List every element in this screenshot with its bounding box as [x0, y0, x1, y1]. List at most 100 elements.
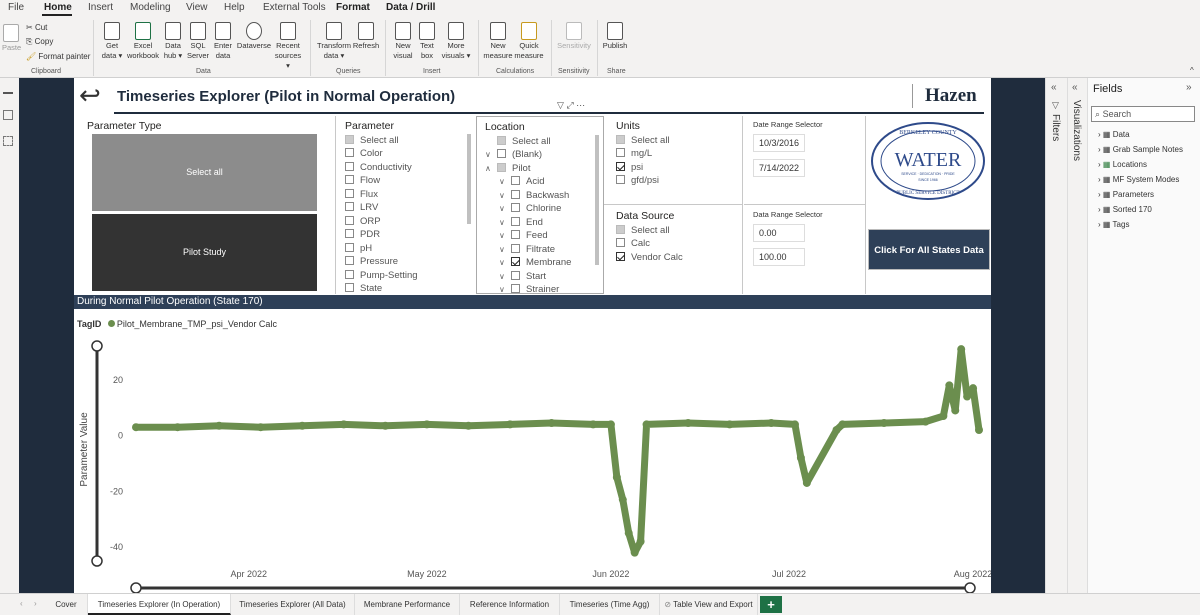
data-point[interactable]: [256, 423, 265, 432]
slicer-option[interactable]: ∧ Pilot: [485, 163, 530, 174]
copy-button[interactable]: ⎘ Copy: [26, 37, 53, 47]
checkbox[interactable]: [511, 271, 520, 280]
slicer-option[interactable]: mg/L: [616, 148, 652, 159]
menu-help[interactable]: Help: [224, 2, 245, 13]
menu-insert[interactable]: Insert: [88, 2, 113, 13]
slicer-option[interactable]: Select all: [616, 135, 670, 146]
data-point[interactable]: [832, 425, 841, 434]
scrollbar[interactable]: [595, 135, 599, 265]
menu-file[interactable]: File: [8, 2, 24, 13]
data-point[interactable]: [612, 473, 621, 482]
slicer-option[interactable]: Color: [345, 148, 383, 159]
x-range-slider-handle-left[interactable]: [130, 582, 142, 593]
checkbox[interactable]: [345, 216, 354, 225]
tab-reference-information[interactable]: Reference Information: [460, 594, 560, 615]
chevron-up-icon[interactable]: ∧: [485, 164, 497, 173]
data-point[interactable]: [790, 420, 799, 429]
checkbox[interactable]: [345, 243, 354, 252]
data-point[interactable]: [589, 420, 598, 429]
data-hub-button[interactable]: Data hub ▾: [161, 22, 185, 61]
checkbox[interactable]: [511, 230, 520, 239]
expand-chevron-icon[interactable]: »: [1186, 82, 1192, 93]
data-point[interactable]: [951, 406, 960, 415]
slicer-option[interactable]: ∨ Backwash: [499, 190, 569, 201]
slicer-option[interactable]: Vendor Calc: [616, 252, 683, 263]
data-point[interactable]: [630, 548, 639, 557]
collapse-chevron-icon[interactable]: «: [1051, 82, 1057, 93]
slicer-option[interactable]: Flux: [345, 189, 378, 200]
checkbox[interactable]: [497, 136, 506, 145]
sensitivity-button[interactable]: Sensitivity: [556, 22, 592, 51]
more-options-icon[interactable]: ⋯: [576, 100, 585, 110]
data-point[interactable]: [969, 384, 978, 393]
checkbox[interactable]: [345, 270, 354, 279]
chevron-down-icon[interactable]: ∨: [499, 231, 511, 240]
data-point[interactable]: [921, 417, 930, 426]
chevron-right-icon[interactable]: ›: [1098, 130, 1101, 139]
data-point[interactable]: [642, 420, 651, 429]
slicer-option[interactable]: ORP: [345, 216, 381, 227]
recent-sources-button[interactable]: Recent sources ▾: [272, 22, 304, 71]
checkbox[interactable]: [511, 190, 520, 199]
new-measure-button[interactable]: New measure: [482, 22, 514, 61]
more-visuals-button[interactable]: More visuals ▾: [440, 22, 472, 61]
filter-icon[interactable]: ▽: [557, 100, 564, 110]
checkbox[interactable]: [497, 149, 506, 158]
checkbox[interactable]: [616, 252, 625, 261]
add-page-button[interactable]: +: [760, 596, 782, 613]
slicer-option[interactable]: ∨ End: [499, 217, 543, 228]
menu-home[interactable]: Home: [44, 2, 72, 13]
slicer-option[interactable]: Select all: [616, 225, 670, 236]
focus-mode-icon[interactable]: ⤢: [566, 100, 573, 110]
chevron-right-icon[interactable]: ›: [1098, 145, 1101, 154]
slicer-option[interactable]: PDR: [345, 229, 380, 240]
cut-button[interactable]: ✂ Cut: [26, 23, 47, 32]
visualizations-pane[interactable]: « Visualizations: [1067, 78, 1087, 593]
chevron-right-icon[interactable]: ›: [1098, 175, 1101, 184]
report-view-icon[interactable]: [3, 84, 13, 94]
sql-server-button[interactable]: SQL Server: [186, 22, 210, 61]
slicer-option[interactable]: Flow: [345, 175, 380, 186]
publish-button[interactable]: Publish: [601, 22, 629, 51]
tab-timeseries-in-operation[interactable]: Timeseries Explorer (In Operation): [88, 594, 231, 615]
checkbox[interactable]: [345, 229, 354, 238]
data-point[interactable]: [506, 420, 515, 429]
tab-timeseries-time-agg[interactable]: Timeseries (Time Agg): [560, 594, 660, 615]
checkbox[interactable]: [345, 162, 354, 171]
y-range-slider-handle-bottom[interactable]: [91, 555, 103, 567]
checkbox[interactable]: [511, 203, 520, 212]
field-table-locations[interactable]: › ▦ Locations: [1098, 160, 1147, 169]
slicer-option[interactable]: ∨ Start: [499, 271, 546, 282]
slicer-option[interactable]: ∨ Strainer: [499, 284, 559, 293]
text-box-button[interactable]: Text box: [416, 22, 438, 61]
data-point[interactable]: [215, 421, 224, 430]
slicer-option[interactable]: Calc: [616, 238, 650, 249]
chevron-down-icon[interactable]: ∨: [499, 258, 511, 267]
end-date-input[interactable]: 7/14/2022: [753, 159, 805, 177]
slicer-option[interactable]: Pressure: [345, 256, 398, 267]
menu-format[interactable]: Format: [336, 2, 370, 13]
checkbox[interactable]: [345, 175, 354, 184]
slicer-option[interactable]: ∨ Filtrate: [499, 244, 555, 255]
collapse-ribbon-icon[interactable]: ^: [1190, 66, 1194, 75]
data-point[interactable]: [606, 420, 615, 429]
menu-data-drill[interactable]: Data / Drill: [386, 2, 435, 13]
checkbox[interactable]: [345, 148, 354, 157]
checkbox[interactable]: [616, 225, 625, 234]
data-point[interactable]: [767, 419, 776, 428]
back-arrow-icon[interactable]: ↩: [79, 82, 107, 110]
checkbox[interactable]: [511, 257, 520, 266]
visualizations-pane-label[interactable]: Visualizations: [1071, 100, 1082, 161]
field-table-parameters[interactable]: › ▦ Parameters: [1098, 190, 1154, 199]
legend-series-name[interactable]: Pilot_Membrane_TMP_psi_Vendor Calc: [117, 319, 277, 329]
checkbox[interactable]: [616, 135, 625, 144]
checkbox[interactable]: [497, 163, 506, 172]
chevron-right-icon[interactable]: ›: [1098, 160, 1101, 169]
chevron-down-icon[interactable]: ∨: [499, 191, 511, 200]
slicer-option[interactable]: ∨ Chlorine: [499, 203, 561, 214]
checkbox[interactable]: [616, 238, 625, 247]
checkbox[interactable]: [345, 202, 354, 211]
slicer-option[interactable]: gfd/psi: [616, 175, 659, 186]
visual-header-icons[interactable]: ▽ ⤢ ⋯: [557, 100, 585, 111]
slicer-option[interactable]: ∨ Membrane: [499, 257, 571, 268]
